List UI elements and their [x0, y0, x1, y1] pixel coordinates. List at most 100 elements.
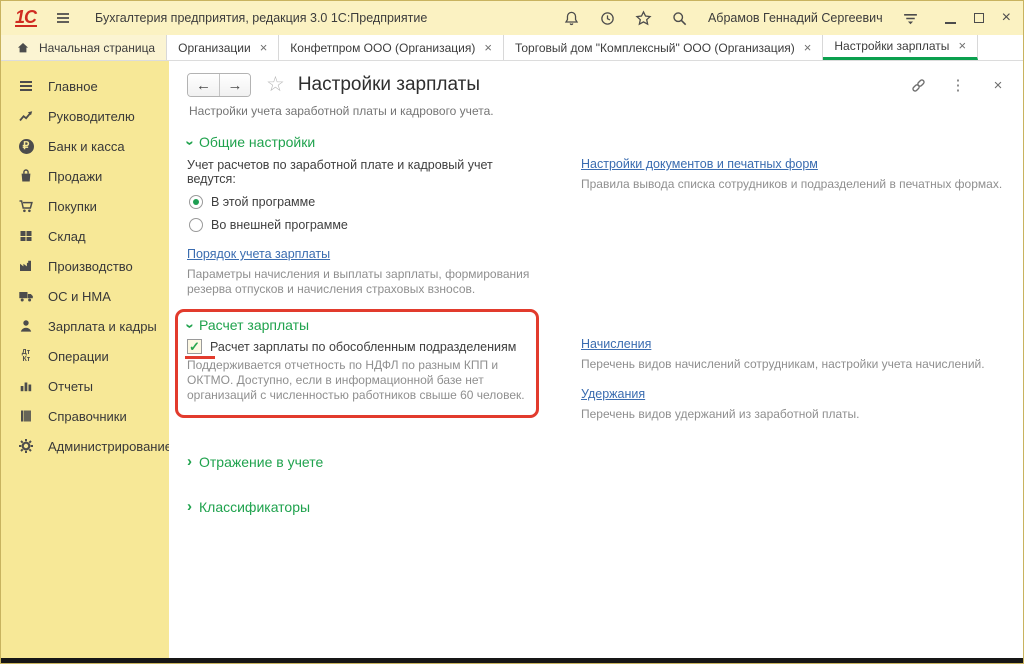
history-icon[interactable]: [598, 8, 618, 28]
tab-label: Торговый дом "Комплексный" ООО (Организа…: [515, 41, 795, 55]
history-nav-group: ← →: [187, 73, 251, 97]
sidebar-item-label: Операции: [48, 349, 109, 364]
deductions-block: Удержания Перечень видов удержаний из за…: [581, 385, 1007, 422]
tab-label: Конфетпром ООО (Организация): [290, 41, 475, 55]
sidebar-item-label: ОС и НМА: [48, 289, 111, 304]
person-icon: [17, 317, 35, 335]
sidebar-item-label: Администрирование: [48, 439, 172, 454]
sidebar-item-glavnoe[interactable]: Главное: [1, 71, 169, 101]
sidebar-item-prodazhi[interactable]: Продажи: [1, 161, 169, 191]
payroll-accounting-prompt: Учет расчетов по заработной плате и кадр…: [187, 158, 539, 186]
tab-salary-settings[interactable]: Настройки зарплаты ×: [823, 35, 978, 60]
sidebar-item-label: Отчеты: [48, 379, 93, 394]
cart-icon: [17, 197, 35, 215]
tab-konfetprom[interactable]: Конфетпром ООО (Организация) ×: [279, 35, 504, 60]
radio-external-program[interactable]: Во внешней программе: [187, 218, 539, 232]
sidebar-item-os-i-nma[interactable]: ОС и НМА: [1, 281, 169, 311]
sidebar-item-label: Главное: [48, 79, 98, 94]
back-button[interactable]: ←: [188, 74, 219, 96]
main-menu-icon[interactable]: [53, 8, 73, 28]
accruals-desc: Перечень видов начислений сотрудникам, н…: [581, 357, 1007, 372]
sidebar-item-label: Зарплата и кадры: [48, 319, 157, 334]
more-actions-icon[interactable]: ⋮: [949, 76, 967, 94]
tab-close-icon[interactable]: ×: [260, 43, 268, 53]
sidebar: Главное Руководителю ₽ Банк и касса Прод…: [1, 61, 169, 660]
notifications-bell-icon[interactable]: [562, 8, 582, 28]
minimize-icon[interactable]: [945, 13, 956, 24]
search-icon[interactable]: [670, 8, 690, 28]
radio-label: Во внешней программе: [211, 218, 348, 232]
sidebar-item-proizvodstvo[interactable]: Производство: [1, 251, 169, 281]
checkbox-label: Расчет зарплаты по обособленным подразде…: [210, 340, 516, 354]
deductions-link[interactable]: Удержания: [581, 387, 645, 401]
favorites-star-icon[interactable]: [634, 8, 654, 28]
book-icon: [17, 407, 35, 425]
checkbox-checked-icon[interactable]: ✓: [187, 339, 202, 354]
sidebar-item-spravochniki[interactable]: Справочники: [1, 401, 169, 431]
tab-home-page[interactable]: Начальная страница: [1, 35, 167, 60]
sidebar-item-label: Продажи: [48, 169, 102, 184]
section-salary-calc[interactable]: › Расчет зарплаты: [187, 317, 526, 333]
radio-selected-icon[interactable]: [189, 195, 203, 209]
sidebar-item-rukovoditelyu[interactable]: Руководителю: [1, 101, 169, 131]
section-reflection-in-accounting[interactable]: › Отражение в учете: [187, 454, 1007, 470]
tab-close-icon[interactable]: ×: [484, 43, 492, 53]
chevron-down-icon: ›: [185, 141, 195, 146]
tab-close-icon[interactable]: ×: [958, 41, 966, 51]
factory-icon: [17, 257, 35, 275]
tab-torgovy-dom[interactable]: Торговый дом "Комплексный" ООО (Организа…: [504, 35, 823, 60]
general-settings-left: › Общие настройки Учет расчетов по зараб…: [187, 134, 539, 297]
tab-organizations[interactable]: Организации ×: [167, 35, 279, 60]
maximize-icon[interactable]: [974, 13, 984, 23]
chevron-right-icon: ›: [187, 457, 192, 467]
accruals-link[interactable]: Начисления: [581, 337, 651, 351]
app-window: 1С Бухгалтерия предприятия, редакция 3.0…: [0, 0, 1024, 664]
bag-icon: [17, 167, 35, 185]
tab-bar: Начальная страница Организации × Конфетп…: [1, 35, 1023, 61]
radio-unselected-icon[interactable]: [189, 218, 203, 232]
section-header-label: Общие настройки: [199, 134, 315, 150]
sidebar-item-sklad[interactable]: Склад: [1, 221, 169, 251]
page-title: Настройки зарплаты: [298, 74, 480, 96]
salary-settings-panel: ← → ☆ Настройки зарплаты ⋮ × Настройки у…: [169, 61, 1023, 660]
documents-print-forms-link[interactable]: Настройки документов и печатных форм: [581, 157, 818, 171]
favorite-star-icon[interactable]: ☆: [266, 75, 285, 95]
home-icon: [14, 39, 32, 57]
section-header-label: Расчет зарплаты: [199, 317, 309, 333]
section-classifiers[interactable]: › Классификаторы: [187, 499, 1007, 515]
ruble-icon: ₽: [17, 137, 35, 155]
warehouse-icon: [17, 227, 35, 245]
radio-this-program[interactable]: В этой программе: [187, 195, 539, 209]
1c-logo-icon: 1С: [15, 9, 37, 27]
sidebar-item-zarplata-i-kadry[interactable]: Зарплата и кадры: [1, 311, 169, 341]
salary-accounting-order-link[interactable]: Порядок учета зарплаты: [187, 247, 330, 261]
close-window-icon[interactable]: ×: [1002, 13, 1011, 23]
window-bottom-edge: [1, 658, 1023, 663]
accruals-block: Начисления Перечень видов начислений сот…: [581, 335, 1007, 372]
tab-close-icon[interactable]: ×: [804, 43, 812, 53]
current-user[interactable]: Абрамов Геннадий Сергеевич: [708, 11, 883, 25]
sidebar-item-administrirovanie[interactable]: Администрирование: [1, 431, 169, 461]
general-settings-right: Настройки документов и печатных форм Пра…: [581, 134, 1007, 297]
title-bar: 1С Бухгалтерия предприятия, редакция 3.0…: [1, 1, 1023, 35]
forward-button[interactable]: →: [219, 74, 250, 96]
get-link-icon[interactable]: [909, 76, 927, 94]
sidebar-item-label: Производство: [48, 259, 133, 274]
sidebar-item-otchety[interactable]: Отчеты: [1, 371, 169, 401]
separate-divisions-desc: Поддерживается отчетность по НДФЛ по раз…: [187, 358, 526, 403]
tab-label: Организации: [178, 41, 251, 55]
section-general-settings[interactable]: › Общие настройки: [187, 134, 539, 150]
sidebar-item-pokupki[interactable]: Покупки: [1, 191, 169, 221]
truck-icon: [17, 287, 35, 305]
sidebar-item-label: Покупки: [48, 199, 97, 214]
sidebar-item-operacii[interactable]: ДтКт Операции: [1, 341, 169, 371]
service-menu-icon[interactable]: [901, 8, 921, 28]
salary-calc-right: Начисления Перечень видов начислений сот…: [581, 309, 1007, 422]
section-header-label: Классификаторы: [199, 499, 310, 515]
bar-chart-icon: [17, 377, 35, 395]
deductions-desc: Перечень видов удержаний из заработной п…: [581, 407, 1007, 422]
close-form-icon[interactable]: ×: [989, 76, 1007, 94]
sidebar-item-bank-i-kassa[interactable]: ₽ Банк и касса: [1, 131, 169, 161]
chevron-right-icon: ›: [187, 502, 192, 512]
separate-divisions-checkbox-row[interactable]: ✓ Расчет зарплаты по обособленным подраз…: [187, 339, 526, 354]
